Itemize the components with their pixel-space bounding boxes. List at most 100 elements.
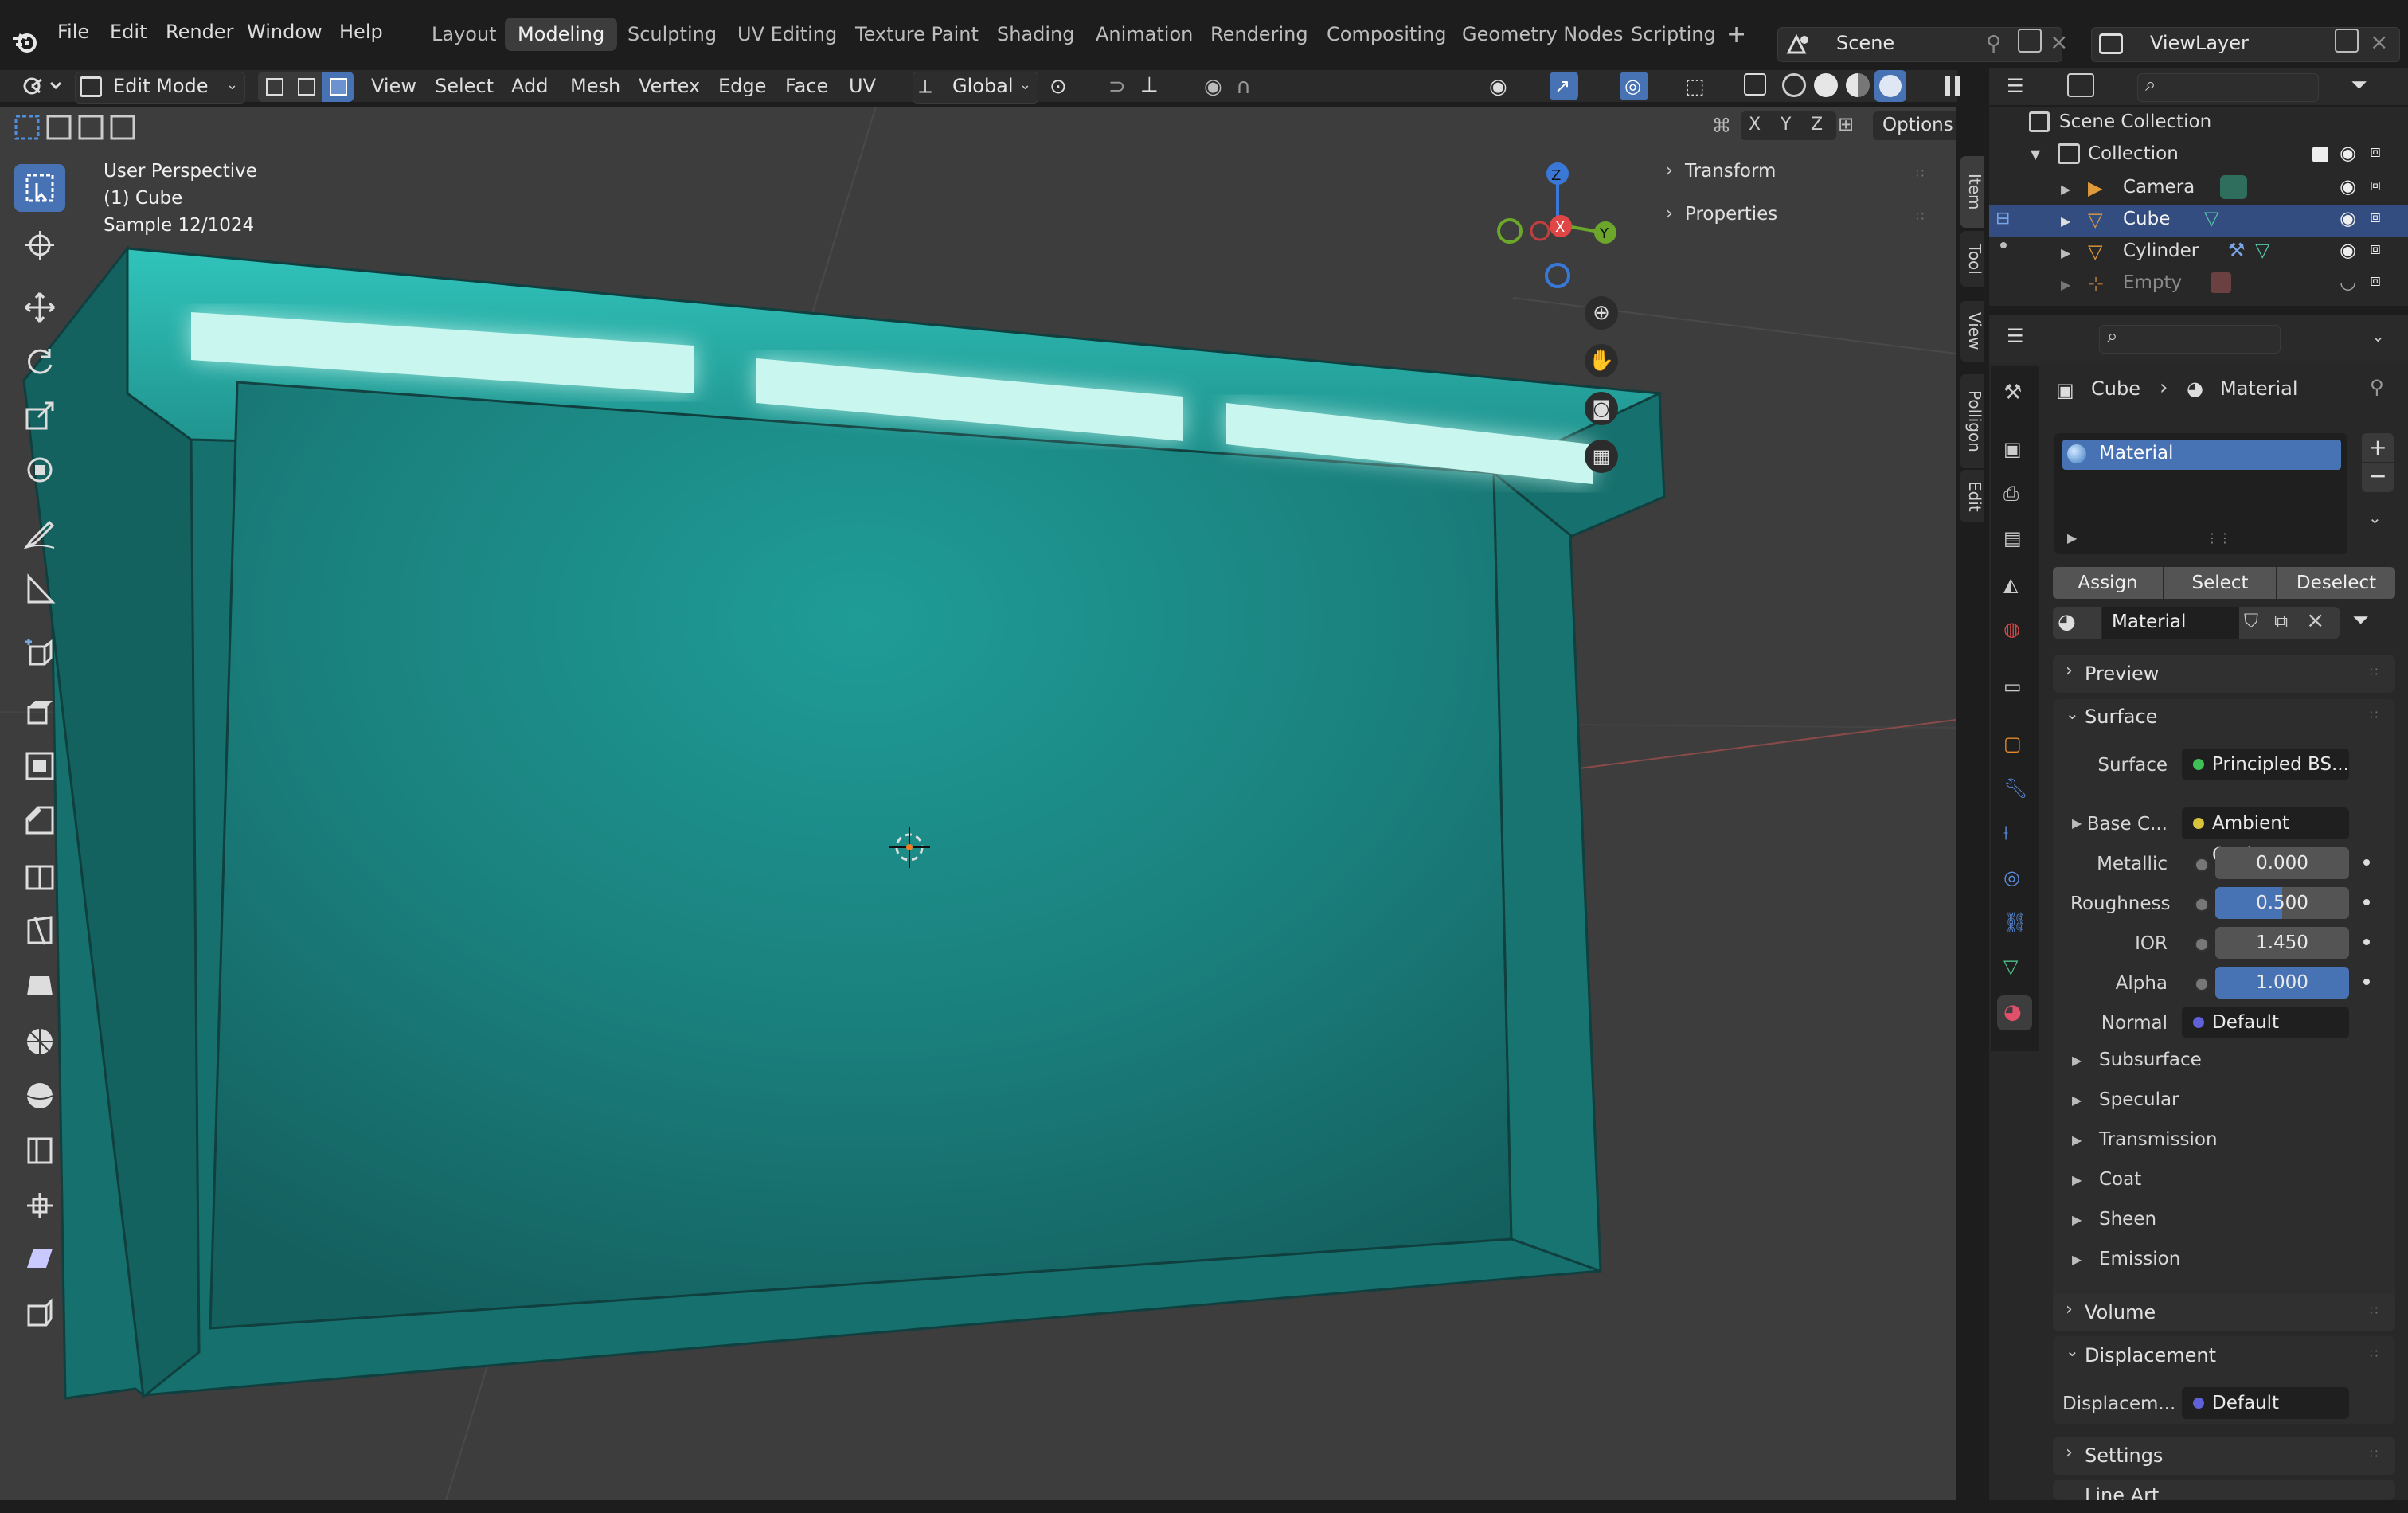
expand-icon[interactable]: ▶ <box>2061 182 2070 197</box>
tab-sculpting[interactable]: Sculpting <box>615 18 729 51</box>
tab-animation[interactable]: Animation <box>1083 18 1206 51</box>
eye-icon[interactable]: ◉ <box>2340 239 2356 261</box>
select-box-tool[interactable] <box>14 164 65 212</box>
tab-uv-editing[interactable]: UV Editing <box>725 18 850 51</box>
tab-rendering[interactable]: Rendering <box>1198 18 1321 51</box>
modifier-wrench-icon[interactable]: ⚒ <box>2228 239 2246 261</box>
chevron-down-icon[interactable]: ⌄ <box>2371 326 2385 346</box>
outliner-editor-type-icon[interactable]: ☰ <box>2007 75 2024 97</box>
camera-render-icon[interactable]: ⧈ <box>2370 142 2381 162</box>
render-properties-icon[interactable]: ▣ <box>2003 438 2022 460</box>
coat-panel[interactable]: Coat <box>2099 1169 2141 1190</box>
filter-icon[interactable]: ⏷ <box>2351 73 2367 98</box>
expand-icon[interactable]: ▶ <box>2072 1132 2082 1147</box>
deselect-button[interactable]: Deselect <box>2277 567 2395 599</box>
falloff-icon[interactable]: ∩ <box>1236 75 1251 99</box>
sheen-panel[interactable]: Sheen <box>2099 1209 2156 1230</box>
keyframe-dot-icon[interactable] <box>2363 859 2370 866</box>
zoom-icon[interactable]: ⊕ <box>1585 296 1618 330</box>
perspective-toggle-icon[interactable]: ▦ <box>1585 440 1618 473</box>
expand-icon[interactable]: ▶ <box>2072 1252 2082 1267</box>
surface-shader-field[interactable]: Principled BS... <box>2182 749 2349 780</box>
loop-cut-tool[interactable] <box>14 852 65 900</box>
base-color-field[interactable]: Ambient Occl... <box>2182 807 2349 866</box>
annotate-tool[interactable] <box>14 510 65 557</box>
add-material-slot-button[interactable]: + <box>2362 433 2394 462</box>
eye-icon[interactable]: ◉ <box>2340 207 2356 229</box>
drag-handle-icon[interactable]: ∷ <box>2370 664 2378 679</box>
npanel-properties-label[interactable]: Properties <box>1685 204 1777 225</box>
shear-tool[interactable] <box>14 1234 65 1282</box>
keyframe-dot-icon[interactable] <box>2363 899 2370 905</box>
camera-render-icon[interactable]: ⧈ <box>2370 175 2381 195</box>
outliner-item-cylinder[interactable]: Cylinder <box>2123 240 2199 261</box>
filter-icon[interactable]: ⏷ <box>2352 608 2369 633</box>
edge-slide-tool[interactable] <box>14 1126 65 1174</box>
menu-uv[interactable]: UV <box>849 68 876 104</box>
snap-target-icon[interactable]: ⊥ <box>1140 73 1159 97</box>
chevron-down-icon[interactable]: ⌄ <box>2368 508 2382 527</box>
menu-window[interactable]: Window <box>240 16 329 48</box>
scene-collection-label[interactable]: Scene Collection <box>2059 111 2211 132</box>
wireframe-shading-icon[interactable] <box>1782 73 1806 97</box>
blender-logo-icon[interactable] <box>11 29 38 61</box>
scene-properties-icon[interactable]: ◭ <box>2003 573 2018 596</box>
spin-tool[interactable] <box>14 1018 65 1065</box>
tab-shading[interactable]: Shading <box>984 18 1088 51</box>
displacement-field[interactable]: Default <box>2182 1387 2349 1419</box>
select-box-modes[interactable] <box>13 113 156 142</box>
edit-mode-row-icon[interactable]: ⊟ <box>1996 209 2010 229</box>
outliner-item-cube[interactable]: Cube <box>2123 209 2170 229</box>
mesh-data-icon[interactable]: ▽ <box>2204 207 2218 229</box>
outliner-item-camera[interactable]: Camera <box>2123 177 2195 197</box>
remove-scene-icon[interactable]: × <box>2050 29 2068 55</box>
move-tool[interactable] <box>14 283 65 331</box>
menu-vertex[interactable]: Vertex <box>639 68 700 104</box>
tab-modeling[interactable]: Modeling <box>505 18 618 51</box>
pause-render-icon[interactable] <box>1943 73 1964 99</box>
camera-render-icon[interactable]: ⧈ <box>2370 271 2381 291</box>
rotate-tool[interactable] <box>14 338 65 385</box>
metallic-field[interactable]: 0.000 <box>2215 847 2349 879</box>
output-properties-icon[interactable]: ⎙ <box>2003 483 2019 505</box>
menu-render[interactable]: Render <box>159 16 240 48</box>
collection-properties-icon[interactable]: ▭ <box>2003 675 2022 698</box>
physics-properties-icon[interactable]: ◎ <box>2003 866 2020 889</box>
expand-icon[interactable]: ▶ <box>2072 1172 2082 1187</box>
tool-settings-icon[interactable]: ⚒ <box>2003 381 2022 405</box>
eye-icon[interactable]: ◉ <box>2340 142 2356 164</box>
menu-help[interactable]: Help <box>333 16 389 48</box>
expand-icon[interactable]: ▶ <box>2067 530 2077 545</box>
tab-geometry-nodes[interactable]: Geometry Nodes <box>1449 18 1636 51</box>
mesh-edit-overlay-icon[interactable]: ⬚ <box>1685 75 1705 99</box>
keyframe-dot-icon[interactable] <box>2363 939 2370 945</box>
bevel-tool[interactable] <box>14 796 65 844</box>
extrude-tool[interactable] <box>14 686 65 734</box>
collapse-icon[interactable]: ▼ <box>2031 147 2040 162</box>
properties-editor-type-icon[interactable]: ☰ <box>2007 325 2024 347</box>
mirror-y-button[interactable]: Y <box>1781 115 1791 135</box>
properties-search-input[interactable] <box>2099 325 2281 354</box>
knife-tool[interactable] <box>14 906 65 954</box>
npanel-tab-view[interactable]: View <box>1960 301 1984 362</box>
remove-view-layer-icon[interactable]: × <box>2370 29 2388 55</box>
drag-handle-icon[interactable]: ∷ <box>1916 166 1924 181</box>
tab-scripting[interactable]: Scripting <box>1618 18 1729 51</box>
select-button[interactable]: Select <box>2164 567 2276 599</box>
menu-edge[interactable]: Edge <box>718 68 766 104</box>
camera-view-icon[interactable]: ◙ <box>1585 392 1618 425</box>
data-properties-icon[interactable]: ▽ <box>2003 956 2018 978</box>
snap-icon[interactable]: ⊃ <box>1108 75 1126 99</box>
eye-closed-icon[interactable]: ◡ <box>2340 271 2356 293</box>
empty-data-icon[interactable] <box>2211 272 2231 293</box>
npanel-tab-polligon[interactable]: Polligon <box>1960 374 1984 468</box>
menu-add[interactable]: Add <box>511 68 548 104</box>
add-cube-tool[interactable] <box>14 627 65 675</box>
expand-icon[interactable]: ▶ <box>2061 245 2070 260</box>
resize-handle-icon[interactable]: ⋮⋮ <box>2206 530 2231 545</box>
displacement-section-label[interactable]: Displacement <box>2085 1344 2216 1366</box>
particles-properties-icon[interactable]: ⟊ <box>2003 822 2008 844</box>
transmission-panel[interactable]: Transmission <box>2099 1129 2218 1150</box>
mirror-x-button[interactable]: X <box>1749 115 1761 135</box>
drag-handle-icon[interactable]: ∷ <box>1916 209 1924 224</box>
